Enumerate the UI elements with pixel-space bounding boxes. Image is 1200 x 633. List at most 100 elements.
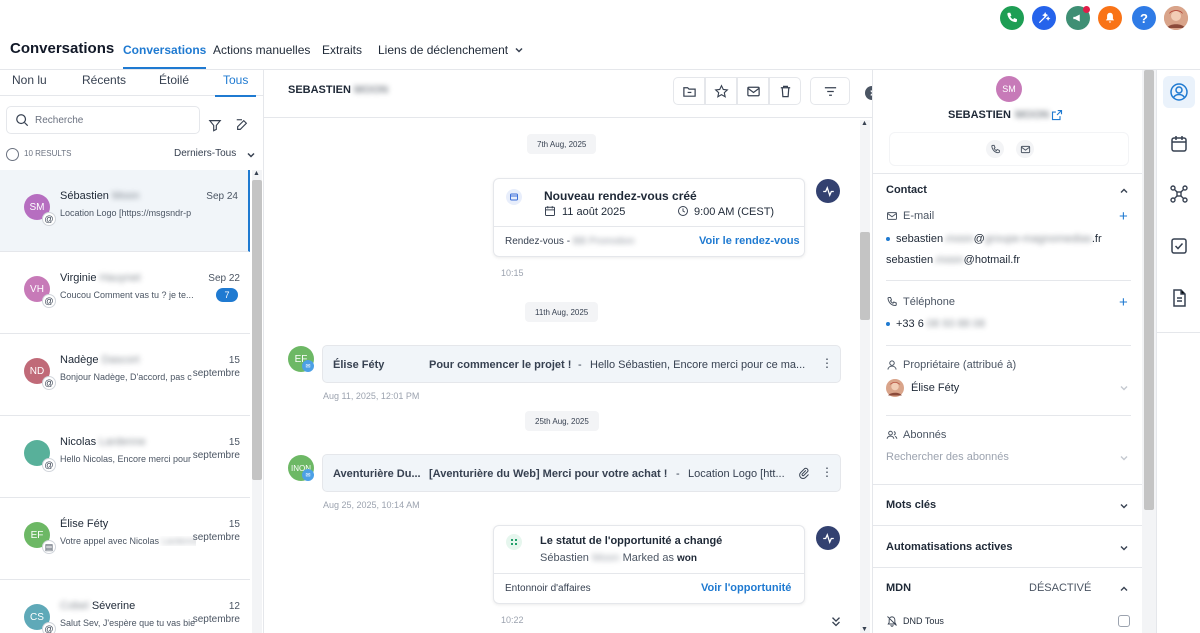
search-input[interactable]: Recherche [6,106,200,134]
scroll-up-icon[interactable]: ▲ [861,120,868,127]
move-folder-button[interactable] [673,77,705,105]
star-icon [713,83,729,98]
chevron-down-icon[interactable] [1119,453,1129,463]
contact-name: Cobel Séverine [60,600,135,612]
message-subject: [Aventurière du Web] Merci pour votre ac… [429,468,668,480]
contact-first-name: Virginie [60,272,97,284]
scrollbar[interactable]: ▲ [252,170,262,633]
email-channel-icon: @ [42,212,56,226]
contact-icon[interactable] [1169,82,1189,102]
email-message-row[interactable]: Élise Féty Pour commencer le projet ! - … [322,345,841,383]
document-icon[interactable] [1169,288,1189,308]
add-email-icon[interactable]: + [1119,208,1128,225]
list-item[interactable]: @ Nicolas Lardenne 15 septembre Hello Ni… [0,416,250,498]
chevron-down-icon[interactable] [1119,543,1129,553]
clock-icon [678,206,688,216]
view-opportunity-link[interactable]: Voir l'opportunité [701,582,791,594]
filter-tabs: Non lu Récents Étoilé Tous [0,70,263,97]
chevron-down-icon[interactable] [1119,501,1129,511]
scroll-bottom-icon[interactable] [829,615,843,629]
tab-unread[interactable]: Non lu [12,73,47,87]
email-secondary[interactable]: sebastien.moon@hotmail.fr [886,254,1020,266]
mail-icon [746,86,760,96]
activity-icon [816,179,840,203]
chevron-down-icon[interactable] [1119,383,1129,393]
scrollbar[interactable]: ▲ ▼ [860,120,870,633]
email-primary[interactable]: sebastien.moon@groupe-magnomedias.fr [886,233,1102,245]
list-item[interactable]: EF ▤ Élise Féty 15 septembre Votre appel… [0,498,250,580]
list-item[interactable]: ND @ Nadège Dascort 15 septembre Bonjour… [0,334,250,416]
compose-icon[interactable] [235,118,249,132]
automations-section-title[interactable]: Automatisations actives [886,541,1013,553]
bell-off-icon [887,616,897,627]
user-avatar[interactable] [1164,6,1188,30]
message-preview-hidden: Lardenne [161,536,196,546]
tab-manual-actions[interactable]: Actions manuelles [213,43,310,57]
mdn-status: DÉSACTIVÉ [1029,582,1092,594]
task-checkbox-icon[interactable] [1169,236,1189,256]
mark-read-button[interactable] [737,77,769,105]
call-button[interactable] [986,140,1004,158]
tab-recent[interactable]: Récents [82,73,126,87]
scrollbar-thumb[interactable] [252,180,262,480]
tab-snippets[interactable]: Extraits [322,43,362,57]
contact-last-name: Lardenne [99,436,146,448]
contact-name: Sébastien Moon [60,190,140,202]
date-separator: 11th Aug, 2025 [525,302,599,322]
dnd-all-checkbox[interactable] [1118,615,1130,627]
owner-label: Propriétaire (attribué à) [886,359,1016,371]
sender-name: Élise Féty [333,359,385,371]
collapse-panel-button[interactable] [865,86,872,100]
message-snippet: Location Logo [htt... [688,468,785,480]
filter-icon[interactable] [208,118,222,132]
mdn-section-title[interactable]: MDN [886,582,911,594]
scroll-up-icon[interactable]: ▲ [253,170,260,177]
timestamp: Aug 11, 2025, 12:01 PM [323,391,420,401]
select-all-checkbox[interactable] [6,148,19,161]
external-link-icon[interactable] [1051,109,1063,121]
help-icon[interactable]: ? [1132,6,1156,30]
magic-wand-icon[interactable] [1032,6,1056,30]
star-button[interactable] [705,77,737,105]
top-bar: ? [0,0,1200,36]
list-item[interactable]: VH @ Virginie Hauynet Sep 22 Coucou Comm… [0,252,250,334]
add-phone-icon[interactable]: + [1119,294,1128,311]
tab-conversations[interactable]: Conversations [123,43,207,69]
followers-search-input[interactable]: Rechercher des abonnés [886,451,1009,463]
calendar-icon[interactable] [1169,134,1189,154]
opportunity-status: Sébastien Moon Marked as won [540,552,697,564]
tab-starred[interactable]: Étoilé [159,73,189,87]
chevron-up-icon[interactable] [1119,584,1129,594]
chevron-down-icon[interactable] [246,150,256,160]
sort-select[interactable]: Derniers-Tous [174,148,236,159]
phone-icon[interactable] [1000,6,1024,30]
email-channel-icon: @ [42,458,56,472]
message-preview: Bonjour Nadège, D'accord, pas c [60,372,192,382]
tab-all[interactable]: Tous [215,73,257,97]
view-appointment-link[interactable]: Voir le rendez-vous [699,235,800,247]
pipeline-name: Entonnoir d'affaires [505,583,591,594]
email-message-row[interactable]: Aventurière Du... [Aventurière du Web] M… [322,454,841,492]
list-item[interactable]: CS @ Cobel Séverine 12 septembre Salut S… [0,580,250,633]
network-icon[interactable] [1169,184,1189,204]
scrollbar-thumb[interactable] [1144,70,1154,510]
chevron-up-icon[interactable] [1119,186,1129,196]
message-preview: Salut Sev, J'espère que tu vas bie [60,618,196,628]
tags-section-title[interactable]: Mots clés [886,499,936,511]
filter-menu-button[interactable] [810,77,850,105]
more-options-icon[interactable]: ⋮ [821,356,833,370]
list-item[interactable]: SM @ Sébastien Moon Sep 24 Location Logo… [0,170,250,252]
scrollbar[interactable] [1142,70,1156,633]
owner-select[interactable]: Élise Féty [886,378,1131,398]
bell-icon[interactable] [1098,6,1122,30]
phone-number[interactable]: +33 6 08 93 88 08 [886,318,985,330]
email-button[interactable] [1016,140,1034,158]
scroll-down-icon[interactable]: ▼ [861,626,868,633]
delete-button[interactable] [769,77,801,105]
more-options-icon[interactable]: ⋮ [821,465,833,479]
megaphone-icon[interactable] [1066,6,1090,30]
conversation-date: Sep 22 [208,273,240,284]
scrollbar-thumb[interactable] [860,232,870,320]
tab-trigger-links[interactable]: Liens de déclenchement [378,43,524,57]
email-channel-icon: @ [42,622,56,633]
